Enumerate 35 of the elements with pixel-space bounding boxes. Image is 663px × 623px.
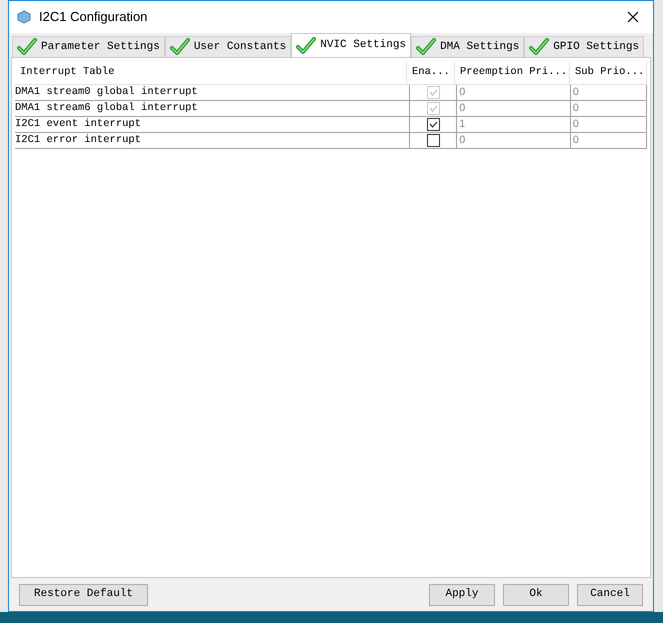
column-header[interactable]: Ena...: [407, 61, 455, 84]
table-cell: 0: [457, 101, 571, 116]
tab[interactable]: Parameter Settings: [12, 36, 165, 57]
checkbox[interactable]: [426, 134, 440, 147]
close-icon: [627, 11, 639, 23]
tab[interactable]: DMA Settings: [411, 36, 524, 57]
table-cell: I2C1 error interrupt: [15, 133, 410, 148]
table-cell: DMA1 stream6 global interrupt: [15, 101, 410, 116]
table-cell: 0: [457, 85, 571, 100]
table-cell: 0: [457, 133, 571, 148]
check-icon: [529, 38, 550, 56]
table-cell: 0: [570, 101, 647, 116]
dialog-button[interactable]: Apply: [429, 584, 495, 606]
checkbox[interactable]: [426, 118, 440, 131]
table-cell: 0: [570, 85, 647, 100]
window-title: I2C1 Configuration: [39, 8, 148, 26]
table-cell: DMA1 stream0 global interrupt: [15, 85, 410, 100]
tab[interactable]: User Constants: [164, 36, 292, 57]
check-icon: [170, 38, 190, 56]
check-icon: [296, 36, 316, 54]
column-header[interactable]: Preemption Pri...: [455, 61, 570, 84]
tab[interactable]: NVIC Settings: [291, 33, 412, 57]
tab[interactable]: GPIO Settings: [524, 36, 644, 57]
check-icon: [17, 38, 37, 56]
cube-icon: [17, 10, 31, 24]
restore-default-button[interactable]: Restore Default: [19, 584, 148, 606]
table-cell: I2C1 event interrupt: [15, 117, 410, 132]
dialog-button[interactable]: Cancel: [577, 584, 643, 606]
column-header[interactable]: Interrupt Table: [15, 61, 407, 84]
table-cell: 1: [457, 117, 571, 132]
dialog-button[interactable]: Ok: [503, 584, 569, 606]
table-cell: 0: [570, 117, 647, 132]
table-cell: 0: [570, 133, 647, 148]
column-header[interactable]: Sub Prio...: [570, 61, 647, 84]
check-icon: [416, 38, 436, 56]
